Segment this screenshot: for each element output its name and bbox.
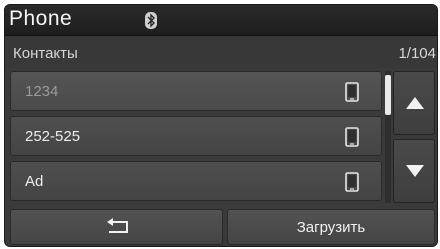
mobile-phone-icon: [343, 82, 361, 102]
bluetooth-icon: [145, 12, 157, 29]
contact-row[interactable]: 1234: [10, 71, 382, 111]
scrollbar-thumb[interactable]: [385, 75, 391, 115]
page-counter: 1/104: [398, 45, 436, 62]
scroll-up-button[interactable]: [393, 71, 435, 135]
page-title: Phone: [9, 7, 73, 30]
scrollbar[interactable]: [385, 71, 391, 203]
triangle-up-icon: [406, 97, 424, 109]
list-header: Контакты 1/104: [5, 36, 437, 68]
download-button-label: Загрузить: [296, 219, 366, 236]
bottom-bar: Загрузить: [5, 207, 437, 246]
phone-screen: Phone Контакты 1/104 1234 252-525 Ad Заг…: [4, 4, 438, 247]
contact-row[interactable]: Ad: [10, 161, 382, 201]
back-button[interactable]: [10, 209, 223, 245]
mobile-phone-icon: [343, 172, 361, 192]
contact-label: 252-525: [25, 128, 81, 145]
mobile-phone-icon: [343, 127, 361, 147]
scroll-down-button[interactable]: [393, 139, 435, 203]
contact-list: 1234 252-525 Ad: [10, 71, 382, 203]
contact-label: Ad: [25, 173, 44, 190]
download-button[interactable]: Загрузить: [227, 209, 435, 245]
contact-label: 1234: [25, 83, 59, 100]
section-label: Контакты: [13, 45, 78, 62]
title-bar: Phone: [5, 5, 437, 36]
contact-row[interactable]: 252-525: [10, 116, 382, 156]
back-arrow-icon: [107, 218, 128, 233]
triangle-down-icon: [406, 165, 424, 177]
